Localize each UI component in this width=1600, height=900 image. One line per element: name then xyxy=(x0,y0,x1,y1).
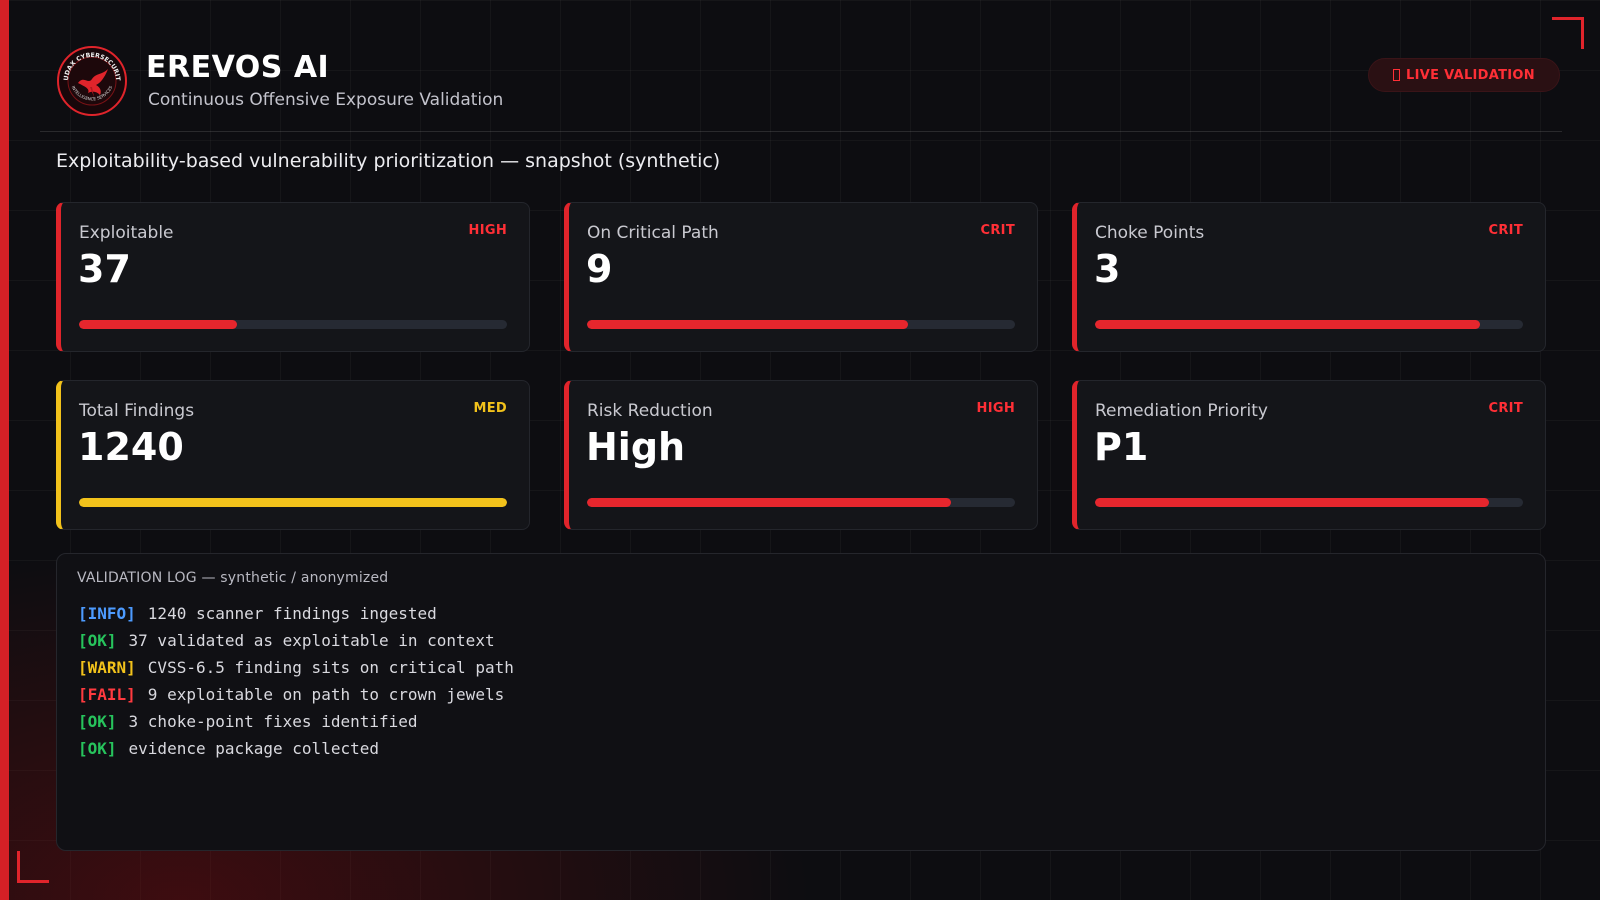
log-tag: [OK] xyxy=(78,712,117,731)
progress-track xyxy=(79,320,507,329)
log-text: 37 validated as exploitable in context xyxy=(128,631,495,650)
metric-label: Exploitable xyxy=(79,223,174,243)
log-text: 3 choke-point fixes identified xyxy=(128,712,418,731)
log-tag: [WARN] xyxy=(78,658,136,677)
metric-card-total-findings: Total Findings MED 1240 xyxy=(56,380,530,530)
log-line: [OK] evidence package collected xyxy=(78,735,514,762)
progress-track xyxy=(587,320,1015,329)
severity-badge: MED xyxy=(473,401,507,416)
metric-value: 37 xyxy=(78,247,131,291)
metric-label: Remediation Priority xyxy=(1095,401,1268,421)
severity-badge: HIGH xyxy=(976,401,1015,416)
progress-fill xyxy=(79,498,507,507)
log-text: 1240 scanner findings ingested xyxy=(147,604,437,623)
metric-value: 3 xyxy=(1094,247,1121,291)
progress-fill xyxy=(587,498,951,507)
live-validation-badge[interactable]: LIVE VALIDATION xyxy=(1368,58,1560,92)
left-accent-bar xyxy=(0,0,9,900)
severity-badge: CRIT xyxy=(980,223,1015,238)
progress-fill xyxy=(587,320,908,329)
log-text: CVSS-6.5 finding sits on critical path xyxy=(147,658,514,677)
metric-value: P1 xyxy=(1094,425,1149,469)
progress-track xyxy=(1095,320,1523,329)
log-line: [OK] 37 validated as exploitable in conte… xyxy=(78,627,514,654)
metric-label: Risk Reduction xyxy=(587,401,713,421)
log-tag: [INFO] xyxy=(78,604,136,623)
log-tag: [OK] xyxy=(78,739,117,758)
log-line: [INFO] 1240 scanner findings ingested xyxy=(78,600,514,627)
log-tag: [OK] xyxy=(78,631,117,650)
severity-badge: HIGH xyxy=(468,223,507,238)
log-line: [FAIL] 9 exploitable on path to crown jew… xyxy=(78,681,514,708)
log-text: 9 exploitable on path to crown jewels xyxy=(147,685,505,704)
log-line: [WARN] CVSS-6.5 finding sits on critical … xyxy=(78,654,514,681)
live-validation-label: LIVE VALIDATION xyxy=(1406,67,1535,83)
progress-track xyxy=(1095,498,1523,507)
metric-card-exploitable: Exploitable HIGH 37 xyxy=(56,202,530,352)
metric-value: High xyxy=(586,425,686,469)
live-indicator-icon xyxy=(1393,69,1401,81)
validation-log-title: VALIDATION LOG — synthetic / anonymized xyxy=(77,570,389,586)
progress-track xyxy=(587,498,1015,507)
app-subtitle: Continuous Offensive Exposure Validation xyxy=(148,90,504,110)
metric-card-risk-reduction: Risk Reduction HIGH High xyxy=(564,380,1038,530)
log-tag: [FAIL] xyxy=(78,685,136,704)
metric-card-critical-path: On Critical Path CRIT 9 xyxy=(564,202,1038,352)
validation-log-panel: VALIDATION LOG — synthetic / anonymized … xyxy=(56,553,1546,851)
progress-fill xyxy=(79,320,238,329)
log-text: evidence package collected xyxy=(128,739,379,758)
metric-value: 9 xyxy=(586,247,613,291)
metric-label: On Critical Path xyxy=(587,223,719,243)
progress-track xyxy=(79,498,507,507)
severity-badge: CRIT xyxy=(1488,401,1523,416)
validation-log-lines: [INFO] 1240 scanner findings ingested [OK… xyxy=(78,600,514,762)
app-title: EREVOS AI xyxy=(146,50,330,85)
progress-fill xyxy=(1095,320,1481,329)
corner-bracket-bottom-left xyxy=(17,851,49,883)
severity-badge: CRIT xyxy=(1488,223,1523,238)
metric-label: Total Findings xyxy=(79,401,195,421)
progress-fill xyxy=(1095,498,1489,507)
header: AUDAX CYBERSECURITY INTELLIGENCE SERVICE… xyxy=(40,40,1562,132)
metric-card-remediation-priority: Remediation Priority CRIT P1 xyxy=(1072,380,1546,530)
page-subtitle: Exploitability-based vulnerability prior… xyxy=(56,150,721,172)
metric-value: 1240 xyxy=(78,425,184,469)
phoenix-emblem-icon: AUDAX CYBERSECURITY INTELLIGENCE SERVICE… xyxy=(56,45,127,116)
metric-card-choke-points: Choke Points CRIT 3 xyxy=(1072,202,1546,352)
metric-label: Choke Points xyxy=(1095,223,1205,243)
log-line: [OK] 3 choke-point fixes identified xyxy=(78,708,514,735)
